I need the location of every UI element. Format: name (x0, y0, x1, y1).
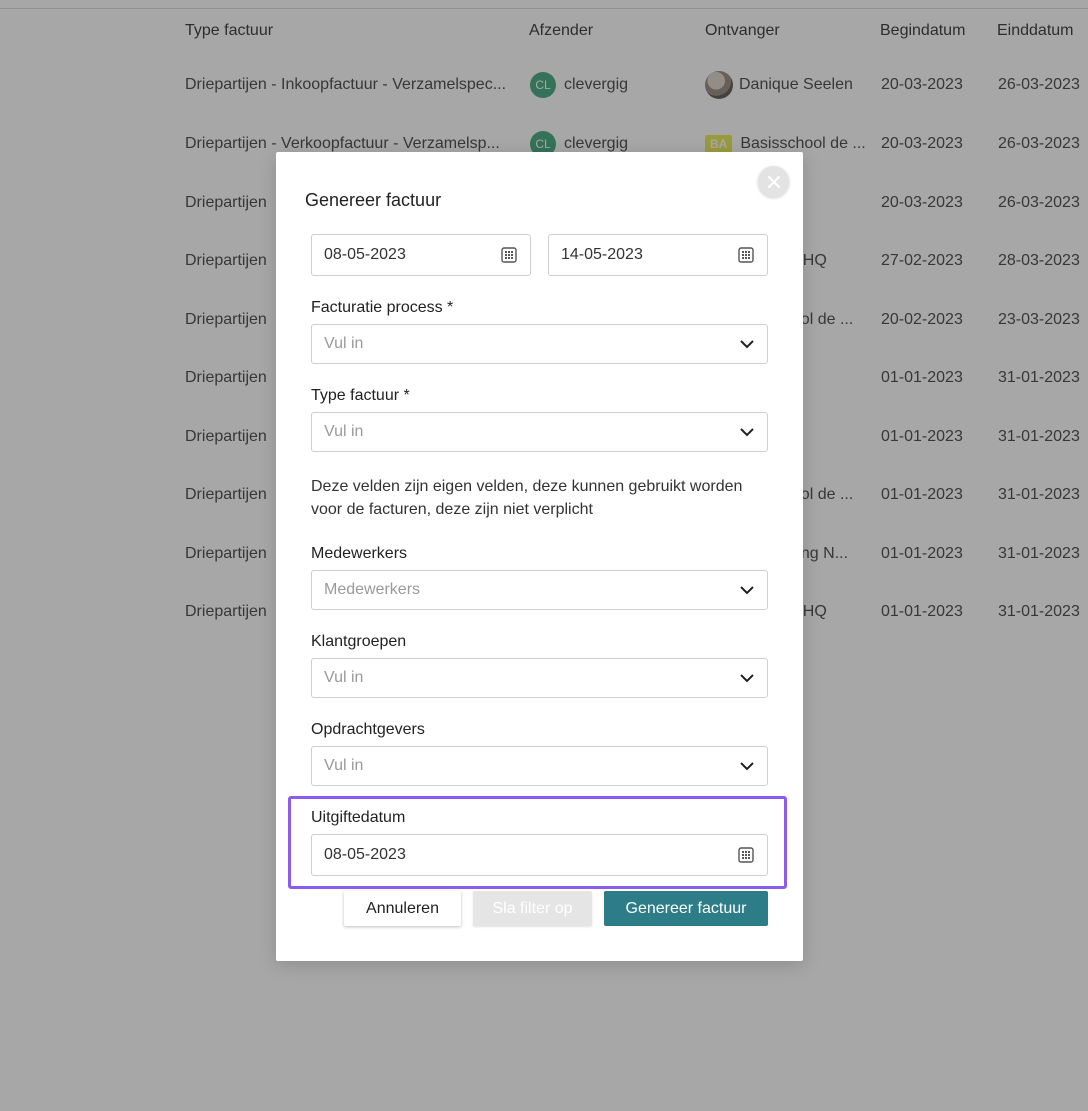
close-icon (767, 175, 780, 188)
medewerkers-select[interactable]: Medewerkers (311, 570, 768, 610)
dialog-title: Genereer factuur (305, 190, 442, 210)
opdrachtgevers-label: Opdrachtgevers (311, 721, 425, 738)
klantgroepen-label: Klantgroepen (311, 633, 407, 650)
opdrachtgevers-select[interactable]: Vul in (311, 746, 768, 786)
facturatie-process-placeholder: Vul in (324, 335, 364, 352)
close-button[interactable] (758, 166, 789, 197)
chevron-down-icon (740, 674, 754, 683)
cancel-button[interactable]: Annuleren (344, 891, 461, 926)
calendar-icon[interactable] (500, 246, 518, 264)
end-date-value: 14-05-2023 (561, 246, 643, 263)
klantgroepen-placeholder: Vul in (324, 669, 364, 686)
chevron-down-icon (740, 340, 754, 349)
save-filter-button[interactable]: Sla filter op (473, 891, 592, 926)
uitgiftedatum-field[interactable]: 08-05-2023 (311, 834, 768, 876)
generate-invoice-dialog: Genereer factuur 08-05-2023 14-05-2023 F… (276, 152, 803, 961)
chevron-down-icon (740, 428, 754, 437)
uitgiftedatum-label: Uitgiftedatum (311, 809, 406, 826)
start-date-value: 08-05-2023 (324, 246, 406, 263)
chevron-down-icon (740, 586, 754, 595)
custom-fields-hint: Deze velden zijn eigen velden, deze kunn… (311, 478, 743, 518)
type-factuur-label: Type factuur * (311, 387, 410, 404)
opdrachtgevers-placeholder: Vul in (324, 757, 364, 774)
klantgroepen-select[interactable]: Vul in (311, 658, 768, 698)
uitgiftedatum-value: 08-05-2023 (324, 846, 406, 863)
medewerkers-placeholder: Medewerkers (324, 581, 421, 598)
end-date-field[interactable]: 14-05-2023 (548, 234, 768, 276)
start-date-field[interactable]: 08-05-2023 (311, 234, 531, 276)
generate-invoice-button[interactable]: Genereer factuur (604, 891, 768, 926)
facturatie-process-select[interactable]: Vul in (311, 324, 768, 364)
chevron-down-icon (740, 762, 754, 771)
calendar-icon[interactable] (737, 846, 755, 864)
medewerkers-label: Medewerkers (311, 545, 408, 562)
facturatie-process-label: Facturatie process * (311, 299, 454, 316)
type-factuur-placeholder: Vul in (324, 423, 364, 440)
type-factuur-select[interactable]: Vul in (311, 412, 768, 452)
calendar-icon[interactable] (737, 246, 755, 264)
